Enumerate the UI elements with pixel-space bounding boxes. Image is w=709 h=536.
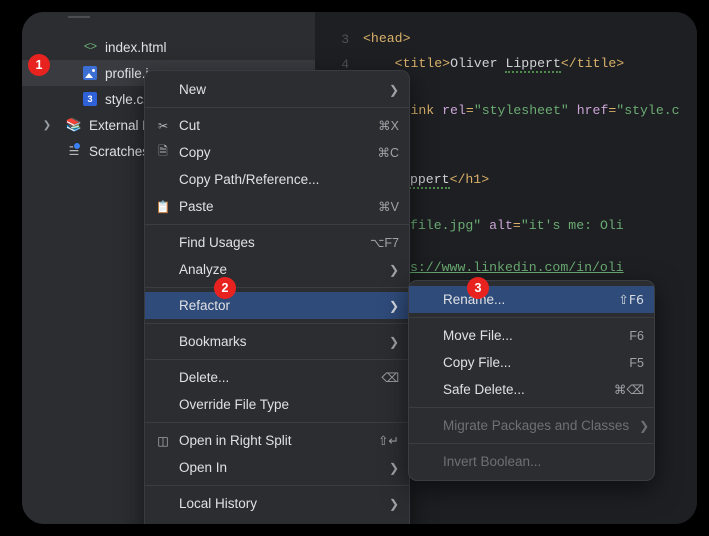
menu-label: Rename...	[443, 292, 506, 307]
sidebar-item-index-html[interactable]: <> index.html	[22, 34, 315, 60]
menu-item-new[interactable]: New ❯	[145, 76, 409, 103]
menu-label: Local History	[179, 496, 258, 511]
partial-row-sliver	[68, 16, 90, 18]
step-badge-3: 3	[467, 277, 489, 299]
menu-item-local-history[interactable]: Local History ❯	[145, 490, 409, 517]
scissors-icon: ✂	[157, 118, 169, 133]
menu-label: New	[179, 82, 207, 97]
menu-shortcut: ⌘C	[377, 146, 399, 160]
submenu-item-move-file[interactable]: Move File... F6	[409, 322, 654, 349]
copy-icon: 🗎	[158, 144, 168, 158]
step-badge-2: 2	[214, 277, 236, 299]
chevron-right-icon: ❯	[388, 460, 399, 475]
menu-separator	[409, 407, 654, 408]
menu-shortcut: ⌘⌫	[613, 382, 644, 397]
menu-shortcut: ⌘X	[378, 119, 399, 133]
submenu-item-rename[interactable]: Rename... ⇧F6	[409, 286, 654, 313]
chevron-right-icon: ❯	[388, 496, 399, 511]
submenu-item-copy-file[interactable]: Copy File... F5	[409, 349, 654, 376]
css-file-icon: 3	[80, 92, 100, 106]
submenu-item-safe-delete[interactable]: Safe Delete... ⌘⌫	[409, 376, 654, 403]
file-context-menu[interactable]: New ❯ ✂ Cut ⌘X 🗎 Copy ⌘C Copy Path/Refer…	[144, 70, 410, 524]
step-badge-1: 1	[28, 54, 50, 76]
menu-label: Override File Type	[179, 397, 290, 412]
chevron-right-icon: ❯	[388, 334, 399, 349]
chevron-right-icon: ❯	[639, 418, 650, 433]
menu-item-repair-ide-on-file[interactable]: Repair IDE on File	[145, 517, 409, 524]
code-line: <link rel="stylesheet" href="style.c	[394, 103, 680, 118]
line-number: 3	[341, 32, 349, 47]
menu-item-find-usages[interactable]: Find Usages ⌥F7	[145, 229, 409, 256]
menu-label: Refactor	[179, 298, 231, 313]
menu-item-open-in-right-split[interactable]: ◫ Open in Right Split ⇧↵	[145, 427, 409, 454]
ide-window: <> index.html profile.jpg 3 style.css ❯ …	[22, 12, 697, 524]
menu-label: Safe Delete...	[443, 382, 525, 397]
menu-separator	[145, 107, 409, 108]
menu-item-copy[interactable]: 🗎 Copy ⌘C	[145, 139, 409, 166]
menu-item-copy-path-reference[interactable]: Copy Path/Reference...	[145, 166, 409, 193]
menu-shortcut: F6	[629, 328, 644, 343]
screenshot-root: <> index.html profile.jpg 3 style.css ❯ …	[0, 0, 709, 536]
menu-shortcut: ⌫	[381, 370, 399, 385]
menu-separator	[145, 323, 409, 324]
menu-label: Migrate Packages and Classes	[443, 418, 630, 433]
paste-icon: 📋	[155, 199, 171, 214]
menu-separator	[409, 317, 654, 318]
chevron-right-icon: ❯	[388, 262, 399, 277]
menu-item-refactor[interactable]: Refactor ❯	[145, 292, 409, 319]
menu-item-open-in[interactable]: Open In ❯	[145, 454, 409, 481]
chevron-right-icon[interactable]: ❯	[40, 120, 54, 131]
menu-separator	[145, 287, 409, 288]
menu-shortcut: F5	[629, 355, 644, 370]
menu-label: Bookmarks	[179, 334, 247, 349]
menu-shortcut: ⌘V	[378, 200, 399, 214]
menu-label: Paste	[179, 199, 214, 214]
menu-label: Invert Boolean...	[443, 454, 542, 469]
library-icon: 📚	[65, 117, 83, 133]
menu-shortcut: ⌥F7	[370, 236, 399, 250]
code-line: <title>Oliver Lippert</title>	[363, 56, 625, 73]
menu-item-delete[interactable]: Delete... ⌫	[145, 364, 409, 391]
menu-label: Repair IDE on File	[179, 523, 399, 524]
menu-label: Cut	[179, 118, 201, 133]
menu-label: Open in Right Split	[179, 433, 292, 448]
menu-shortcut: ⇧F6	[618, 292, 644, 307]
submenu-item-migrate-packages-and-classes: Migrate Packages and Classes ❯	[409, 412, 654, 439]
html-code-icon: <>	[83, 40, 97, 54]
refactor-submenu[interactable]: Rename... ⇧F6 Move File... F6 Copy File.…	[408, 280, 655, 481]
menu-label: Analyze	[179, 262, 228, 277]
image-file-icon	[80, 66, 100, 80]
tree-label: index.html	[105, 39, 167, 55]
menu-label: Copy Path/Reference...	[179, 172, 320, 187]
split-pane-icon: ◫	[157, 433, 169, 448]
menu-item-override-file-type[interactable]: Override File Type	[145, 391, 409, 418]
menu-item-cut[interactable]: ✂ Cut ⌘X	[145, 112, 409, 139]
chevron-right-icon: ❯	[388, 298, 399, 313]
menu-label: Open In	[179, 460, 228, 475]
menu-label: Move File...	[443, 328, 513, 343]
menu-item-analyze[interactable]: Analyze ❯	[145, 256, 409, 283]
menu-separator	[145, 359, 409, 360]
menu-label: Copy	[179, 145, 211, 160]
menu-item-paste[interactable]: 📋 Paste ⌘V	[145, 193, 409, 220]
menu-label: Find Usages	[179, 235, 255, 250]
menu-item-bookmarks[interactable]: Bookmarks ❯	[145, 328, 409, 355]
menu-separator	[145, 224, 409, 225]
submenu-item-invert-boolean: Invert Boolean...	[409, 448, 654, 475]
scratches-icon: ☰	[68, 142, 82, 158]
menu-label: Delete...	[179, 370, 230, 385]
code-line: <head>	[363, 31, 411, 46]
menu-separator	[145, 485, 409, 486]
menu-separator	[409, 443, 654, 444]
menu-label: Copy File...	[443, 355, 512, 370]
menu-separator	[145, 422, 409, 423]
chevron-right-icon: ❯	[388, 82, 399, 97]
menu-shortcut: ⇧↵	[378, 433, 399, 448]
